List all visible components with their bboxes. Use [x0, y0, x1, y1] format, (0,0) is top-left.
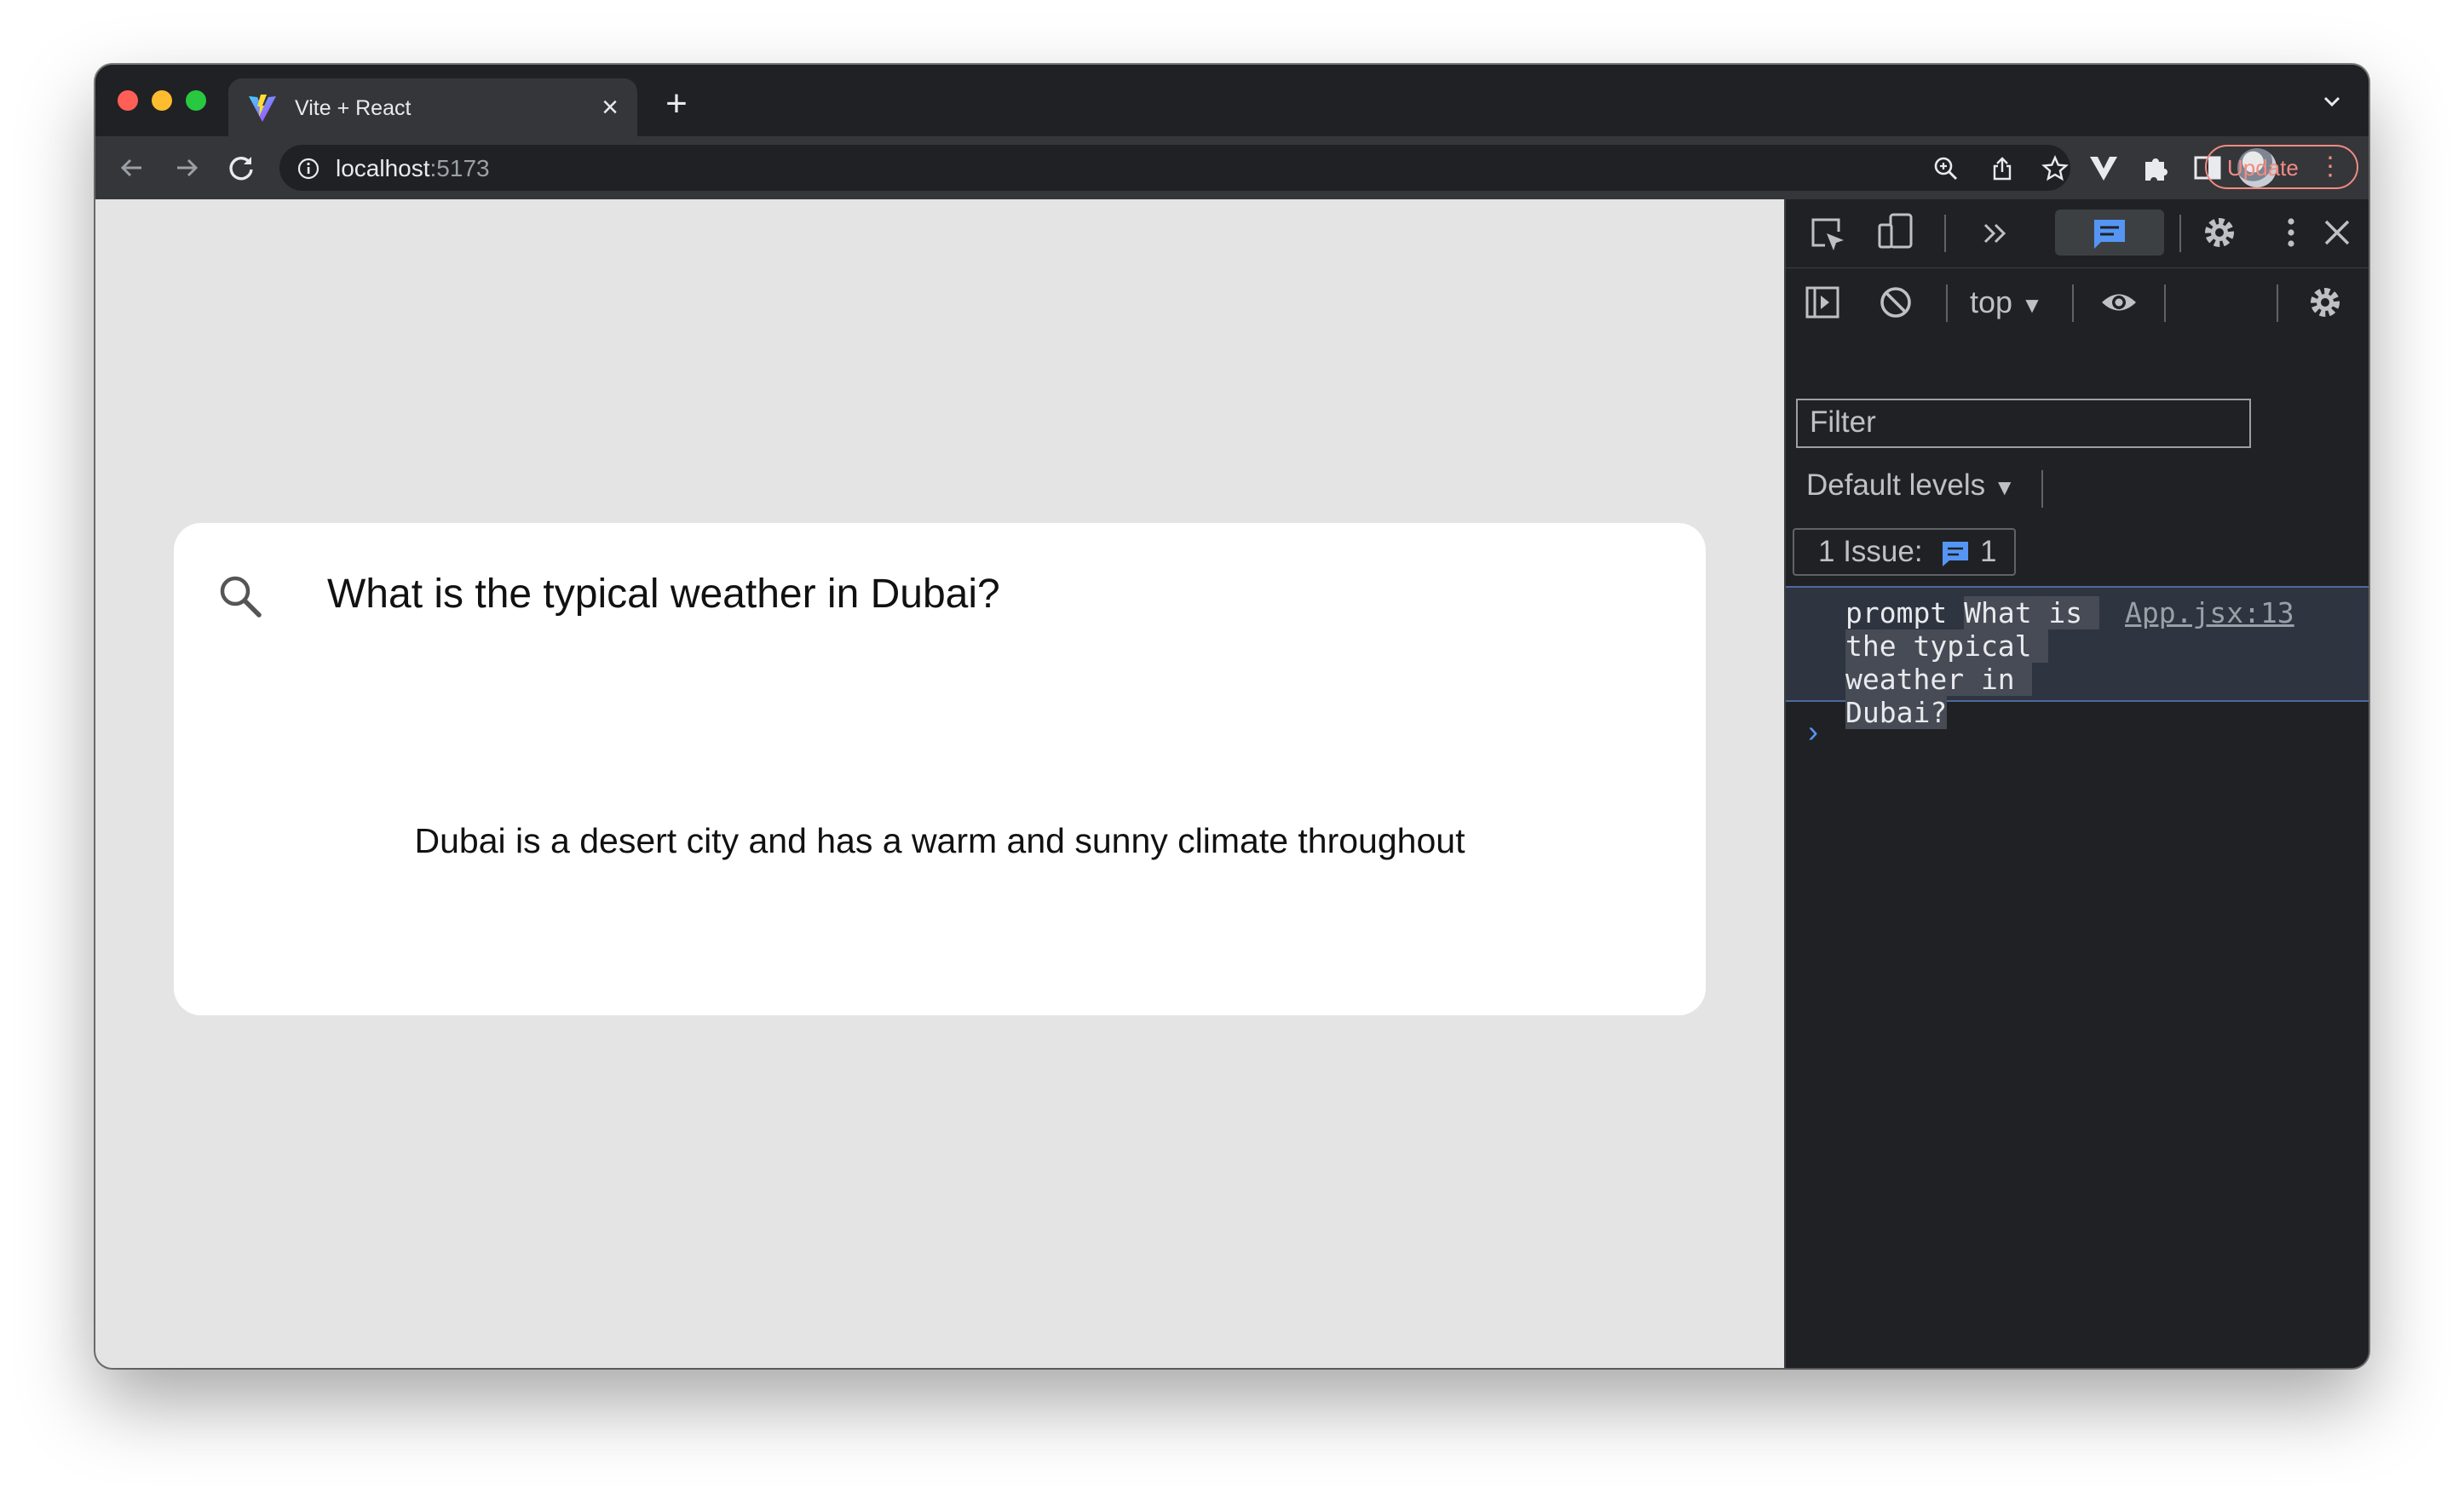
tab-title: Vite + React	[295, 96, 412, 120]
issue-message-icon	[1943, 542, 1968, 566]
minimize-window-button[interactable]	[152, 90, 172, 111]
toolbar-separator	[2277, 284, 2278, 322]
tab-strip: Vite + React × +	[95, 65, 2369, 136]
log-levels-label: Default levels	[1806, 468, 1986, 502]
toolbar-separator	[2072, 284, 2074, 322]
issues-button[interactable]: 1 Issue: 1	[1793, 528, 2016, 576]
console-prompt-caret[interactable]: ›	[1808, 714, 1818, 750]
zoom-icon[interactable]	[1932, 155, 1960, 182]
tab-search-chevron-icon[interactable]	[2319, 89, 2345, 114]
settings-gear-icon[interactable]	[2200, 213, 2239, 252]
toolbar-separator	[2179, 215, 2181, 252]
clear-console-icon[interactable]	[1876, 283, 1915, 322]
forward-arrow-icon[interactable]	[169, 150, 204, 186]
maximize-window-button[interactable]	[186, 90, 206, 111]
browser-toolbar: localhost:5173 Update ⋮	[95, 136, 2369, 199]
share-icon[interactable]	[1989, 155, 2016, 182]
devtools-main-toolbar	[1786, 199, 2369, 268]
close-window-button[interactable]	[118, 90, 138, 111]
answer-text: Dubai is a desert city and has a warm an…	[414, 821, 1465, 860]
tab-active[interactable]: Vite + React ×	[228, 78, 637, 136]
search-query-text[interactable]: What is the typical weather in Dubai?	[327, 571, 1000, 618]
toolbar-separator	[2041, 470, 2043, 508]
context-selector[interactable]: top ▼	[1970, 284, 2043, 320]
browser-window: Vite + React × + localhost:5173 Update ⋮…	[95, 65, 2369, 1368]
console-messages-badge[interactable]	[2055, 210, 2164, 256]
log-source-link[interactable]: App.jsx:13	[2125, 596, 2294, 629]
back-arrow-icon[interactable]	[114, 150, 150, 186]
toolbar-separator	[1944, 215, 1946, 252]
toolbar-separator	[2164, 284, 2166, 322]
update-button[interactable]: Update ⋮	[2205, 145, 2358, 189]
extensions-puzzle-icon[interactable]	[2140, 152, 2173, 184]
bookmark-star-icon[interactable]	[2041, 155, 2069, 182]
address-bar[interactable]: localhost:5173	[279, 145, 2070, 191]
more-options-icon[interactable]	[2271, 213, 2311, 252]
console-toolbar: top ▼	[1786, 267, 2369, 337]
reload-icon[interactable]	[223, 150, 259, 186]
more-tabs-chevron-icon[interactable]	[1977, 215, 2016, 254]
device-toolbar-icon[interactable]	[1876, 211, 1915, 250]
devtools-panel: top ▼ Filter Default levels ▼ 1 Issue: 1…	[1784, 199, 2369, 1368]
dropdown-triangle-icon: ▼	[2021, 292, 2043, 318]
close-devtools-icon[interactable]	[2317, 213, 2357, 252]
menu-dots-icon: ⋮	[2317, 152, 2343, 181]
message-icon	[2094, 220, 2125, 249]
console-filter-input[interactable]: Filter	[1796, 399, 2251, 448]
page-viewport: What is the typical weather in Dubai? Du…	[95, 199, 1784, 1368]
show-sidebar-icon[interactable]	[1803, 283, 1842, 322]
update-label: Update	[2227, 155, 2299, 181]
new-tab-button[interactable]: +	[658, 85, 695, 123]
site-info-icon[interactable]	[296, 157, 320, 181]
context-value: top	[1970, 284, 2013, 319]
search-icon	[220, 576, 262, 618]
dropdown-triangle-icon: ▼	[1993, 474, 2016, 500]
vite-extension-icon[interactable]	[2087, 152, 2120, 184]
toolbar-separator	[1946, 284, 1948, 322]
tab-close-icon[interactable]: ×	[595, 90, 625, 124]
vite-favicon-icon	[249, 95, 276, 122]
console-settings-gear-icon[interactable]	[2306, 283, 2345, 322]
inspect-element-icon[interactable]	[1808, 215, 1847, 254]
url-text[interactable]: localhost:5173	[336, 155, 490, 182]
log-levels-dropdown[interactable]: Default levels ▼	[1806, 468, 2016, 503]
issues-label: 1 Issue:	[1818, 535, 1923, 568]
log-message: prompt What is the typical weather in Du…	[1845, 596, 2127, 729]
live-expression-eye-icon[interactable]	[2099, 283, 2139, 322]
log-label: prompt	[1845, 596, 1948, 629]
search-card: What is the typical weather in Dubai? Du…	[174, 523, 1706, 1015]
issues-count: 1	[1980, 535, 1997, 568]
console-log-entry: prompt What is the typical weather in Du…	[1786, 586, 2369, 729]
